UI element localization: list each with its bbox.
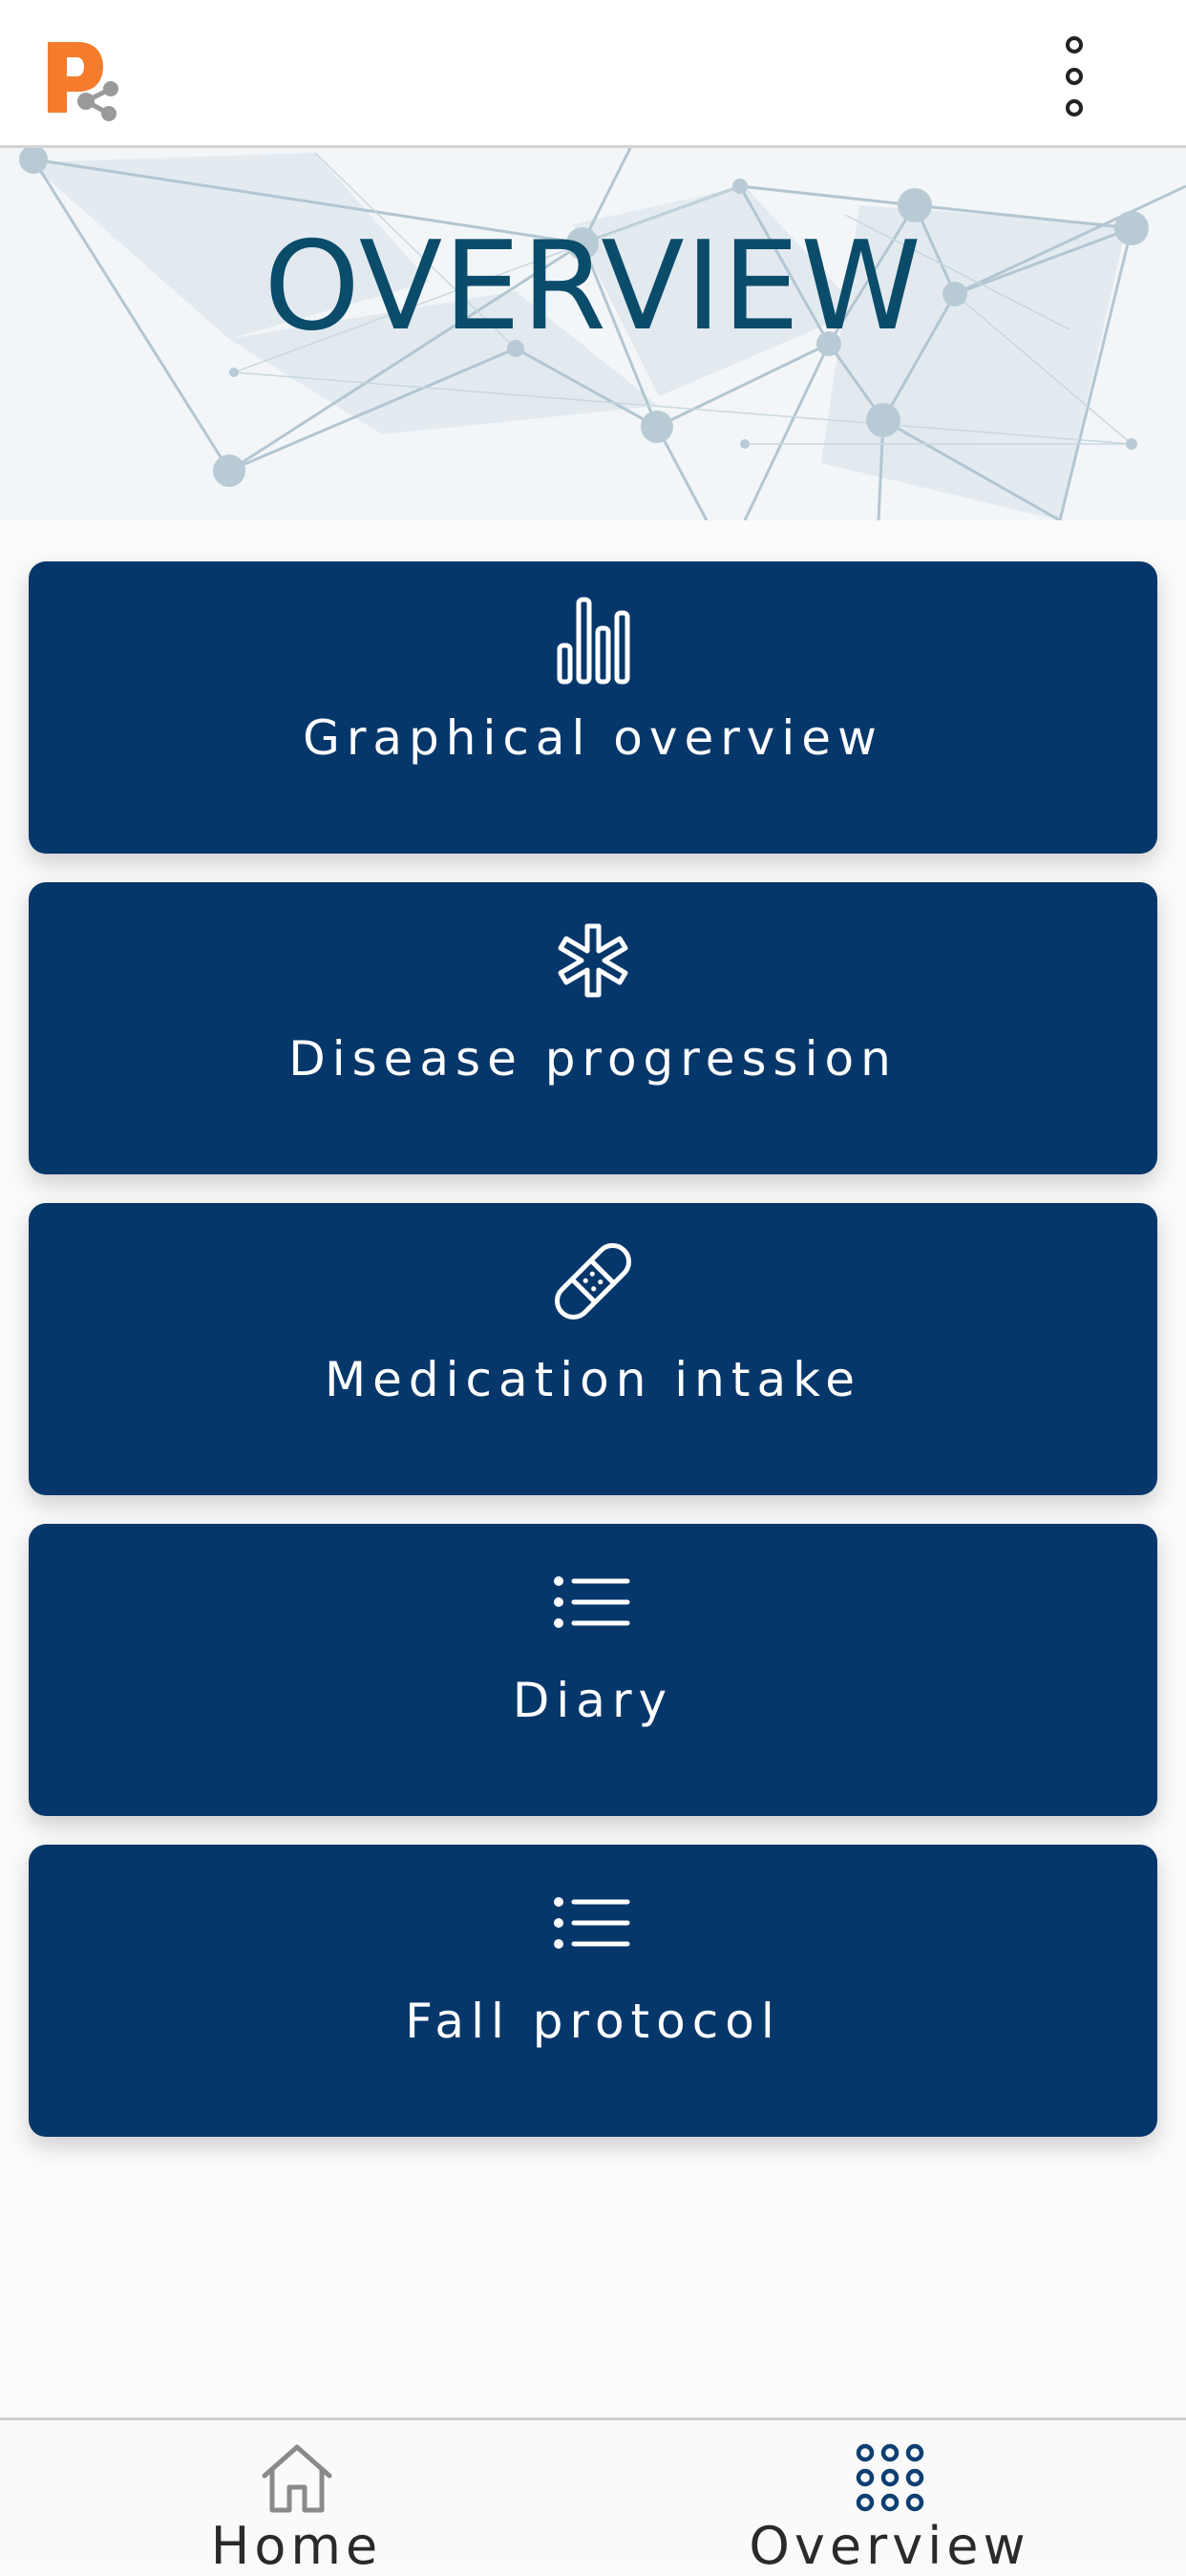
home-icon [259,2439,335,2516]
medication-intake-button[interactable]: Medication intake [29,1203,1157,1495]
fall-protocol-button[interactable]: Fall protocol [29,1845,1157,2137]
nav-label-home: Home [210,2516,383,2576]
card-label: Medication intake [324,1352,862,1407]
card-label: Diary [512,1673,674,1728]
card-label: Fall protocol [405,1994,781,2049]
card-label: Graphical overview [303,710,883,766]
bottom-navigation: Home Overview [0,2418,1186,2576]
more-vertical-icon [1066,36,1083,116]
disease-progression-button[interactable]: Disease progression [29,882,1157,1174]
app-logo[interactable] [40,38,126,124]
nav-label-overview: Overview [749,2516,1030,2576]
diary-button[interactable]: Diary [29,1524,1157,1816]
nav-item-overview[interactable]: Overview [593,2420,1186,2576]
overflow-menu-button[interactable] [1046,29,1103,124]
bandage-icon [545,1234,641,1329]
list-icon [545,1875,641,1971]
graphical-overview-button[interactable]: Graphical overview [29,561,1157,854]
app-bar [0,0,1186,148]
list-icon [545,1554,641,1650]
page-title: OVERVIEW [264,216,922,358]
asterisk-icon [545,913,641,1008]
hero-banner: OVERVIEW [0,148,1186,520]
logo-icon [48,42,118,121]
nav-item-home[interactable]: Home [0,2420,593,2576]
grid-icon [852,2439,928,2516]
card-label: Disease progression [288,1031,898,1087]
bar-chart-icon [545,592,641,687]
